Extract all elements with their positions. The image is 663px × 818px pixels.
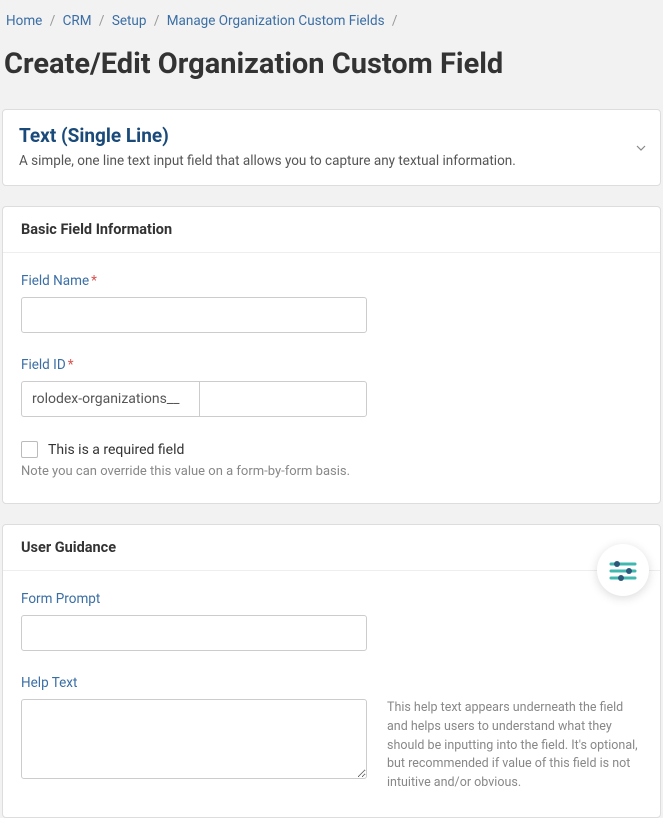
field-name-label-text: Field Name [21,273,89,289]
required-asterisk: * [68,357,74,373]
help-text-description: This help text appears underneath the fi… [387,699,642,793]
required-asterisk: * [91,273,97,289]
breadcrumb-sep: / [99,13,105,29]
help-text-input[interactable] [21,699,367,779]
sliders-icon [608,559,638,581]
field-name-label: Field Name* [21,273,642,289]
breadcrumb: Home / CRM / Setup / Manage Organization… [0,0,663,39]
form-prompt-input[interactable] [21,615,367,651]
field-id-input[interactable] [199,381,367,417]
breadcrumb-crm[interactable]: CRM [63,13,92,29]
required-checkbox[interactable] [21,441,38,458]
form-prompt-label: Form Prompt [21,591,642,607]
field-name-input[interactable] [21,297,367,333]
field-id-prefix: rolodex-organizations__ [21,381,199,417]
breadcrumb-setup[interactable]: Setup [112,13,147,29]
field-type-title: Text (Single Line) [19,124,644,147]
basic-field-info-section: Basic Field Information Field Name* Fiel… [2,206,661,504]
field-id-label-text: Field ID [21,357,66,373]
required-field-group: This is a required field Note you can ov… [21,441,642,479]
help-widget-button[interactable] [597,544,649,596]
user-guidance-section: User Guidance Form Prompt Help Text This… [2,524,661,818]
required-note: Note you can override this value on a fo… [21,464,642,479]
breadcrumb-manage[interactable]: Manage Organization Custom Fields [167,13,385,29]
help-text-group: Help Text This help text appears underne… [21,675,642,793]
field-id-group: Field ID* rolodex-organizations__ [21,357,642,417]
section-heading-guidance: User Guidance [3,525,660,571]
breadcrumb-sep: / [50,13,56,29]
form-prompt-group: Form Prompt [21,591,642,651]
required-checkbox-label: This is a required field [48,442,184,458]
breadcrumb-sep: / [392,13,398,29]
page-title: Create/Edit Organization Custom Field [0,39,663,109]
field-type-selector[interactable]: Text (Single Line) A simple, one line te… [2,109,661,186]
caret-down-icon [636,145,646,151]
section-heading-basic: Basic Field Information [3,207,660,253]
field-id-label: Field ID* [21,357,642,373]
field-name-group: Field Name* [21,273,642,333]
breadcrumb-home[interactable]: Home [6,13,42,29]
help-text-label: Help Text [21,675,642,691]
breadcrumb-sep: / [154,13,160,29]
field-type-description: A simple, one line text input field that… [19,153,644,169]
